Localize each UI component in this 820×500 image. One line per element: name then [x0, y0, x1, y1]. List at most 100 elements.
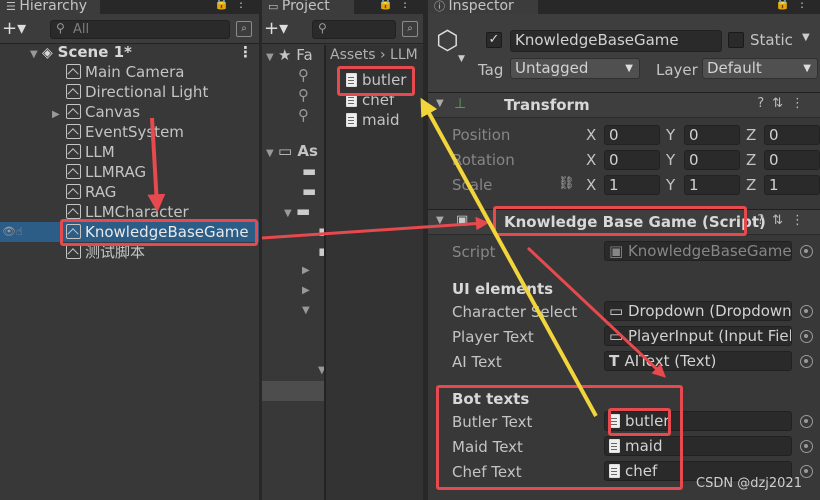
- project-search-input[interactable]: ⚲: [312, 20, 396, 39]
- object-picker-icon: [800, 245, 813, 258]
- character-select-field[interactable]: ▭ Dropdown (Dropdown): [604, 301, 792, 321]
- scale-y-field[interactable]: 1: [684, 175, 740, 195]
- tab-menu-icons[interactable]: 🔒⋮: [775, 0, 814, 10]
- item-label: KnowledgeBaseGame: [85, 223, 249, 241]
- favorite-search-icon[interactable]: ⚲: [298, 65, 309, 85]
- search-by-type-button[interactable]: ⌕: [236, 21, 252, 37]
- scale-x-field[interactable]: 1: [604, 175, 660, 195]
- hierarchy-item[interactable]: EventSystem: [66, 122, 184, 142]
- scene-row[interactable]: ▼ ◈ Scene 1* ⋮: [30, 42, 253, 65]
- folder-row[interactable]: ▼ ▬: [284, 201, 310, 221]
- constrain-proportions-icon[interactable]: ⛓: [558, 176, 575, 191]
- gameobject-icon: [66, 224, 81, 239]
- rotation-z-field[interactable]: 0: [764, 150, 820, 170]
- scene-menu-icon[interactable]: ⋮: [238, 42, 253, 62]
- file-item-maid[interactable]: maid: [346, 110, 400, 130]
- project-tabbar: ▭ Project 🔒⋮: [262, 0, 423, 14]
- favorite-search-icon[interactable]: ⚲: [298, 105, 309, 125]
- static-label: Static: [750, 31, 793, 49]
- layer-label: Layer: [656, 61, 698, 79]
- hierarchy-item[interactable]: RAG: [66, 182, 116, 202]
- object-picker-icon[interactable]: [800, 305, 813, 318]
- component-header-icons[interactable]: ?⇅⋮: [757, 96, 812, 111]
- scene-name: Scene 1*: [57, 43, 132, 61]
- tag-dropdown[interactable]: Untagged ▼: [510, 58, 640, 79]
- inspector-tab-label: Inspector: [448, 0, 514, 14]
- tab-menu-icons[interactable]: 🔒⋮: [378, 0, 417, 10]
- create-asset-button[interactable]: +▾: [264, 18, 288, 39]
- fold-arrow-icon[interactable]: ▼: [266, 144, 278, 164]
- breadcrumb[interactable]: Assets › LLM: [330, 45, 418, 65]
- tab-menu-icons[interactable]: 🔒⋮: [214, 0, 253, 10]
- tag-value: Untagged: [515, 59, 589, 77]
- hierarchy-item[interactable]: LLMCharacter: [66, 202, 189, 222]
- script-file-icon: ▣: [456, 213, 469, 228]
- fold-arrow-icon[interactable]: ▼: [30, 45, 42, 65]
- folder-open-icon: ▭: [278, 142, 298, 160]
- file-item-chef[interactable]: chef: [346, 90, 394, 110]
- maid-text-field[interactable]: maid: [604, 436, 792, 456]
- object-picker-icon[interactable]: [800, 355, 813, 368]
- script-label: Script: [452, 243, 496, 261]
- scale-z-field[interactable]: 1: [764, 175, 820, 195]
- project-folder-tree: ▼★ Fa ⚲ ⚲ ⚲ ▼▭ As ▬ ▬ ▼▬ ▪ ▪ ▶ ▶ ▼ ▼: [262, 45, 328, 500]
- expand-arrow-icon[interactable]: ▼: [302, 301, 310, 321]
- position-y-field[interactable]: 0: [684, 125, 740, 145]
- tag-label: Tag: [478, 61, 504, 79]
- hierarchy-item[interactable]: 测试脚本: [66, 242, 145, 262]
- active-checkbox[interactable]: ✓: [486, 32, 502, 48]
- object-picker-icon[interactable]: [800, 415, 813, 428]
- player-text-field[interactable]: ▭ PlayerInput (Input Field): [604, 326, 792, 346]
- layer-dropdown[interactable]: Default ▼: [702, 58, 818, 79]
- icon-dropdown-caret[interactable]: ▼: [458, 54, 465, 64]
- hierarchy-search-input[interactable]: ⚲ All: [50, 20, 230, 39]
- rotation-y-field[interactable]: 0: [684, 150, 740, 170]
- script-component-header[interactable]: ▼ ▣ Knowledge Base Game (Script) ?⇅⋮: [428, 209, 820, 235]
- file-item-butler[interactable]: butler: [346, 70, 406, 90]
- project-tab[interactable]: ▭ Project: [262, 0, 354, 14]
- chevron-down-icon: ▼: [803, 63, 811, 74]
- rotation-x-field[interactable]: 0: [604, 150, 660, 170]
- hierarchy-item[interactable]: Main Camera: [66, 62, 184, 82]
- hierarchy-item[interactable]: LLM: [66, 142, 115, 162]
- position-z-field[interactable]: 0: [764, 125, 820, 145]
- favorites-row[interactable]: ▼ ★ Fa: [266, 45, 313, 65]
- pickable-icon[interactable]: ☝: [16, 222, 23, 242]
- hierarchy-item[interactable]: LLMRAG: [66, 162, 146, 182]
- butler-text-field[interactable]: butler: [604, 411, 792, 431]
- ai-text-field[interactable]: T AIText (Text): [604, 351, 792, 371]
- expand-arrow-icon[interactable]: ▶: [52, 105, 66, 125]
- transform-header[interactable]: ▼ ⊥ Transform ?⇅⋮: [428, 92, 820, 118]
- gameobject-icon: [66, 184, 81, 199]
- cube-icon: ⬡: [436, 26, 459, 56]
- hierarchy-item[interactable]: Directional Light: [66, 82, 208, 102]
- item-label: 测试脚本: [85, 243, 146, 261]
- inspector-tab[interactable]: ⓘ Inspector: [428, 0, 538, 14]
- folder-icon[interactable]: ▬: [302, 161, 316, 181]
- fold-arrow-icon[interactable]: ▼: [436, 215, 444, 226]
- expand-arrow-icon[interactable]: ▶: [302, 281, 310, 301]
- folder-row-hover[interactable]: [262, 381, 324, 401]
- fold-arrow-icon[interactable]: ▼: [436, 98, 444, 109]
- position-x-field[interactable]: 0: [604, 125, 660, 145]
- assets-row[interactable]: ▼ ▭ As: [266, 141, 318, 161]
- hierarchy-item-selected[interactable]: 👁 ☝ KnowledgeBaseGame: [0, 222, 259, 242]
- hierarchy-item[interactable]: ▶ Canvas: [52, 102, 140, 122]
- static-checkbox[interactable]: [728, 32, 744, 48]
- favorite-search-icon[interactable]: ⚲: [298, 85, 309, 105]
- component-header-icons[interactable]: ?⇅⋮: [757, 213, 812, 228]
- dropdown-component-icon: ▭: [609, 302, 628, 320]
- add-object-button[interactable]: +▾: [2, 18, 26, 39]
- search-filter-button[interactable]: ⌕: [402, 21, 418, 37]
- static-dropdown-caret[interactable]: ▼: [802, 32, 810, 43]
- folder-icon[interactable]: ▬: [302, 181, 316, 201]
- object-picker-icon[interactable]: [800, 330, 813, 343]
- expand-arrow-icon[interactable]: ▶: [302, 261, 310, 281]
- gameobject-icon: [66, 244, 81, 259]
- hierarchy-tab[interactable]: ☰ Hierarchy: [0, 0, 100, 14]
- object-picker-icon[interactable]: [800, 440, 813, 453]
- fold-arrow-icon[interactable]: ▼: [266, 48, 278, 68]
- object-name-field[interactable]: KnowledgeBaseGame: [510, 30, 722, 52]
- item-label: LLMRAG: [85, 163, 147, 181]
- visibility-icon[interactable]: 👁: [2, 222, 16, 242]
